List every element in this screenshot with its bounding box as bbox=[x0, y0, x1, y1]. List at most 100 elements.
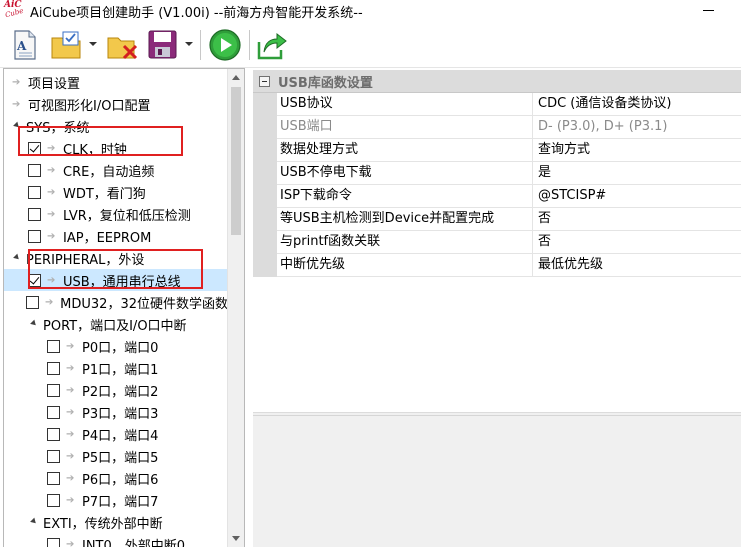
title-bar: AiC Cube AiCube项目创建助手 (V1.00i) --前海方舟智能开… bbox=[0, 0, 741, 22]
property-row[interactable]: 与printf函数关联否 bbox=[277, 231, 741, 254]
tree-node-label: P4口，端口4 bbox=[82, 428, 159, 444]
property-grid: USB库函数设置 USB协议 CDC (通信设备类协议) USB端口 D- (P3.0… bbox=[253, 70, 741, 412]
tree-node-label: MDU32，32位硬件数学函数 bbox=[60, 296, 228, 312]
window-title: AiCube项目创建助手 (V1.00i) --前海方舟智能开发系统-- bbox=[30, 5, 363, 21]
property-value[interactable]: @STCISP# bbox=[534, 185, 741, 208]
property-name: 数据处理方式 bbox=[277, 139, 533, 162]
tree-expand-arrow-icon[interactable] bbox=[30, 319, 38, 328]
tree-node-checkbox[interactable] bbox=[47, 493, 60, 507]
feature-tree[interactable]: ➔ 项目设置 ➔ 可视图形化I/O口配置 SYS，系统 ➔ CLK，时钟 ➔ CRE，自动追频 ➔… bbox=[3, 68, 245, 547]
tree-node-checkbox[interactable] bbox=[26, 295, 39, 309]
tree-node[interactable]: ➔ CLK，时钟 bbox=[4, 137, 228, 159]
collapse-minus-icon[interactable] bbox=[259, 75, 270, 87]
tree-node-checkbox[interactable] bbox=[47, 471, 60, 485]
tree-expand-arrow-icon[interactable] bbox=[30, 517, 38, 526]
tree-leaf-arrow-icon: ➔ bbox=[12, 76, 21, 88]
property-row[interactable]: USB协议 CDC (通信设备类协议) bbox=[277, 93, 741, 116]
tree-node[interactable]: ➔ P0口，端口0 bbox=[4, 335, 228, 357]
description-panel bbox=[253, 415, 741, 547]
tree-node-label: P6口，端口6 bbox=[82, 472, 159, 488]
tree-node[interactable]: PERIPHERAL，外设 bbox=[4, 247, 228, 269]
tree-node[interactable]: ➔ P4口，端口4 bbox=[4, 423, 228, 445]
tree-node-checkbox[interactable] bbox=[47, 537, 60, 547]
app-logo-icon: AiC Cube bbox=[4, 0, 25, 20]
folder-close-icon bbox=[107, 37, 138, 60]
property-row[interactable]: USB不停电下载是 bbox=[277, 162, 741, 185]
tree-node[interactable]: ➔ MDU32，32位硬件数学函数 bbox=[4, 291, 228, 313]
property-row[interactable]: ISP下载命令 @STCISP# bbox=[277, 185, 741, 208]
tree-expand-arrow-icon[interactable] bbox=[13, 121, 21, 130]
new-project-button[interactable]: A bbox=[10, 28, 40, 62]
property-name: USB不停电下载 bbox=[277, 162, 533, 185]
property-value[interactable]: 否 bbox=[534, 231, 741, 254]
tree-node-label: IAP，EEPROM bbox=[63, 230, 152, 246]
tree-node[interactable]: ➔ WDT，看门狗 bbox=[4, 181, 228, 203]
tree-node[interactable]: ➔ P3口，端口3 bbox=[4, 401, 228, 423]
tree-node[interactable]: ➔ 项目设置 bbox=[4, 71, 228, 93]
scrollbar-thumb[interactable] bbox=[231, 87, 241, 235]
tree-node[interactable]: ➔ USB，通用串行总线 bbox=[4, 269, 228, 291]
tree-node-checkbox[interactable] bbox=[28, 273, 41, 287]
close-project-button[interactable] bbox=[106, 28, 140, 62]
property-value[interactable]: 是 bbox=[534, 162, 741, 185]
tree-node-label: PERIPHERAL，外设 bbox=[26, 252, 145, 268]
tree-node-label: WDT，看门狗 bbox=[63, 186, 146, 202]
tree-node-checkbox[interactable] bbox=[28, 229, 41, 243]
generate-code-button[interactable] bbox=[208, 28, 242, 62]
tree-node-checkbox[interactable] bbox=[47, 339, 60, 353]
tree-node[interactable]: ➔ P1口，端口1 bbox=[4, 357, 228, 379]
tree-node[interactable]: PORT，端口及I/O口中断 bbox=[4, 313, 228, 335]
tree-node-checkbox[interactable] bbox=[28, 185, 41, 199]
tree-node-label: P3口，端口3 bbox=[82, 406, 159, 422]
open-project-dropdown-arrow-icon[interactable] bbox=[89, 42, 97, 46]
tree-vertical-scrollbar[interactable] bbox=[227, 69, 244, 547]
property-row[interactable]: 等USB主机检测到Device并配置完成否 bbox=[277, 208, 741, 231]
property-value[interactable]: CDC (通信设备类协议) bbox=[534, 93, 741, 116]
tree-node[interactable]: ➔ P6口，端口6 bbox=[4, 467, 228, 489]
tree-node[interactable]: ➔ P5口，端口5 bbox=[4, 445, 228, 467]
tree-node[interactable]: ➔ INT0，外部中断0 bbox=[4, 533, 228, 547]
tree-node-checkbox[interactable] bbox=[28, 163, 41, 177]
tree-node[interactable]: ➔ IAP，EEPROM bbox=[4, 225, 228, 247]
property-section-header[interactable]: USB库函数设置 bbox=[253, 70, 741, 93]
property-value[interactable]: 查询方式 bbox=[534, 139, 741, 162]
property-row[interactable]: USB端口 D- (P3.0), D+ (P3.1) bbox=[277, 116, 741, 139]
tree-node-checkbox[interactable] bbox=[28, 207, 41, 221]
property-name: 等USB主机检测到Device并配置完成 bbox=[277, 208, 533, 231]
property-name: ISP下载命令 bbox=[277, 185, 533, 208]
property-row[interactable]: 中断优先级 最低优先级 bbox=[277, 254, 741, 277]
scroll-down-arrow-icon[interactable] bbox=[232, 536, 240, 541]
save-project-button[interactable] bbox=[146, 28, 180, 62]
scroll-up-arrow-icon[interactable] bbox=[232, 75, 240, 80]
tree-node-checkbox[interactable] bbox=[47, 427, 60, 441]
tree-leaf-arrow-icon: ➔ bbox=[47, 230, 56, 242]
tree-node[interactable]: ➔ CRE，自动追频 bbox=[4, 159, 228, 181]
property-value[interactable]: D- (P3.0), D+ (P3.1) bbox=[534, 116, 741, 139]
property-value[interactable]: 最低优先级 bbox=[534, 254, 741, 277]
tree-node-checkbox[interactable] bbox=[47, 383, 60, 397]
svg-text:A: A bbox=[16, 39, 27, 53]
tree-node[interactable]: SYS，系统 bbox=[4, 115, 228, 137]
property-name: USB端口 bbox=[277, 116, 533, 139]
tree-node-checkbox[interactable] bbox=[28, 141, 41, 155]
toolbar: A bbox=[0, 22, 741, 68]
tree-expand-arrow-icon[interactable] bbox=[13, 253, 21, 262]
save-project-dropdown-arrow-icon[interactable] bbox=[185, 42, 193, 46]
export-button[interactable] bbox=[255, 28, 289, 62]
property-row[interactable]: 数据处理方式 查询方式 bbox=[277, 139, 741, 162]
open-project-button[interactable] bbox=[50, 28, 86, 62]
tree-node[interactable]: EXTI，传统外部中断 bbox=[4, 511, 228, 533]
tree-node[interactable]: ➔ LVR，复位和低压检测 bbox=[4, 203, 228, 225]
tree-node-checkbox[interactable] bbox=[47, 361, 60, 375]
property-section-title: USB库函数设置 bbox=[278, 75, 373, 91]
property-value[interactable]: 否 bbox=[534, 208, 741, 231]
tree-node[interactable]: ➔ 可视图形化I/O口配置 bbox=[4, 93, 228, 115]
minimize-button[interactable] bbox=[701, 4, 717, 18]
tree-node[interactable]: ➔ P7口，端口7 bbox=[4, 489, 228, 511]
tree-leaf-arrow-icon: ➔ bbox=[66, 494, 75, 506]
tree-node[interactable]: ➔ P2口，端口2 bbox=[4, 379, 228, 401]
property-name: 与printf函数关联 bbox=[277, 231, 533, 254]
tree-node-checkbox[interactable] bbox=[47, 405, 60, 419]
tree-node-checkbox[interactable] bbox=[47, 449, 60, 463]
tree-leaf-arrow-icon: ➔ bbox=[47, 274, 56, 286]
